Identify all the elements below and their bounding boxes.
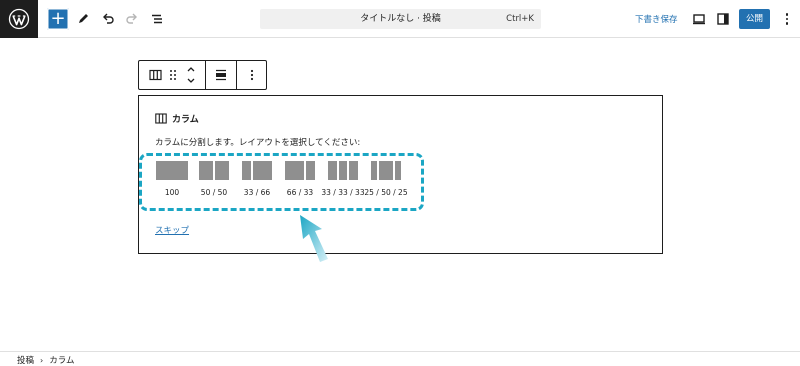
editor-footer: 投稿 › カラム <box>0 351 800 366</box>
options-menu-icon[interactable] <box>782 9 792 29</box>
columns-icon <box>155 113 167 124</box>
skip-link[interactable]: スキップ <box>155 224 189 236</box>
drag-handle-icon[interactable] <box>165 61 181 89</box>
layout-66-33-icon <box>285 161 315 180</box>
undo-icon[interactable] <box>97 8 119 30</box>
settings-sidebar-icon[interactable] <box>712 8 734 30</box>
publish-button[interactable]: 公開 <box>739 9 770 29</box>
wordpress-logo-icon[interactable] <box>0 0 38 38</box>
document-overview-icon[interactable] <box>146 8 168 30</box>
breadcrumb: 投稿 › カラム <box>17 354 74 366</box>
placeholder-instructions: カラムに分割します。レイアウトを選択してください: <box>155 138 361 148</box>
editor-header: + タイトルなし · 投稿 Ctrl+K 下書き保存 公開 <box>0 0 800 38</box>
layout-50-50-icon <box>199 161 229 180</box>
save-draft-button[interactable]: 下書き保存 <box>635 13 678 25</box>
move-up-down-icon[interactable] <box>182 61 200 89</box>
placeholder-title: カラム <box>172 115 199 125</box>
layout-33-66-icon <box>242 161 272 180</box>
layout-33-33-33-icon <box>328 161 358 180</box>
breadcrumb-item-columns[interactable]: カラム <box>49 354 74 366</box>
layout-100-icon <box>156 161 188 180</box>
more-options-icon[interactable] <box>237 61 267 89</box>
add-block-button[interactable]: + <box>47 8 69 30</box>
variation-label: 100 <box>164 188 180 197</box>
placeholder-header: カラム <box>155 112 199 125</box>
align-icon[interactable] <box>206 61 236 89</box>
variation-label: 25 / 50 / 25 <box>364 188 408 197</box>
command-palette-bar[interactable]: タイトルなし · 投稿 Ctrl+K <box>260 9 541 29</box>
columns-block-icon[interactable] <box>143 61 167 89</box>
preview-desktop-icon[interactable] <box>688 8 710 30</box>
document-title: タイトルなし · 投稿 <box>360 14 441 24</box>
breadcrumb-item-post[interactable]: 投稿 <box>17 354 34 366</box>
shortcut-hint: Ctrl+K <box>506 14 534 24</box>
chevron-right-icon: › <box>40 355 44 365</box>
tools-pencil-icon[interactable] <box>72 8 94 30</box>
columns-block-placeholder: カラム カラムに分割します。レイアウトを選択してください: 100 50 / 5… <box>138 95 663 254</box>
redo-icon[interactable] <box>121 8 143 30</box>
block-toolbar <box>138 60 267 90</box>
layout-25-50-25-icon <box>371 161 401 180</box>
